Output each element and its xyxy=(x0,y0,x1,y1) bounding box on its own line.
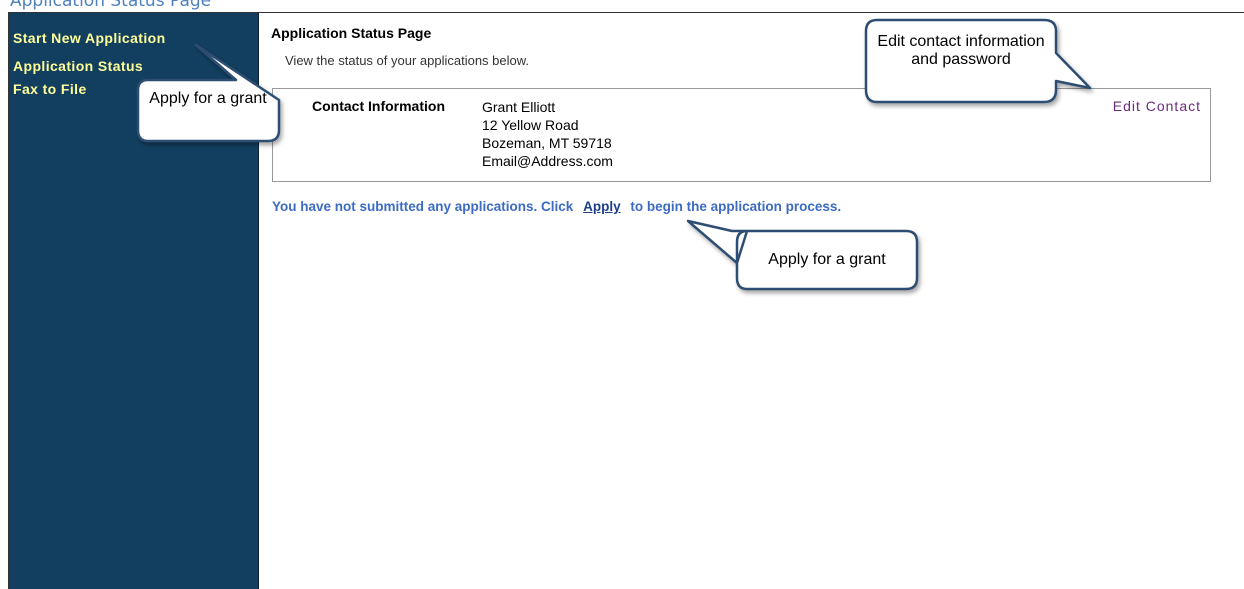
sidebar-item-start-new-application[interactable]: Start New Application xyxy=(13,30,166,46)
sidebar-item-fax-to-file[interactable]: Fax to File xyxy=(13,81,87,97)
page-title: Application Status Page xyxy=(271,25,432,41)
contact-email: Email@Address.com xyxy=(482,153,613,169)
page-subtitle: View the status of your applications bel… xyxy=(285,53,530,68)
callout-text-sidebar: Apply for a grant xyxy=(149,90,267,107)
contact-address-line1: 12 Yellow Road xyxy=(482,117,579,133)
notice-text-after: to begin the application process. xyxy=(630,199,842,214)
callout-text-edit-contact: Edit contact information and password xyxy=(877,33,1045,68)
document-heading: Application Status Page xyxy=(10,0,212,11)
sidebar-item-application-status[interactable]: Application Status xyxy=(13,58,143,74)
contact-details: Grant Elliott 12 Yellow Road Bozeman, MT… xyxy=(482,98,613,170)
callout-text-apply-link: Apply for a grant xyxy=(768,251,886,268)
apply-link[interactable]: Apply xyxy=(577,199,627,214)
contact-information-label: Contact Information xyxy=(312,98,445,114)
edit-contact-link[interactable]: Edit Contact xyxy=(1113,98,1201,114)
contact-name: Grant Elliott xyxy=(482,99,556,115)
contact-address-line2: Bozeman, MT 59718 xyxy=(482,135,612,151)
notice-text-before: You have not submitted any applications.… xyxy=(272,199,574,214)
no-applications-notice: You have not submitted any applications.… xyxy=(272,199,841,214)
contact-information-panel: Contact Information Grant Elliott 12 Yel… xyxy=(272,88,1211,182)
